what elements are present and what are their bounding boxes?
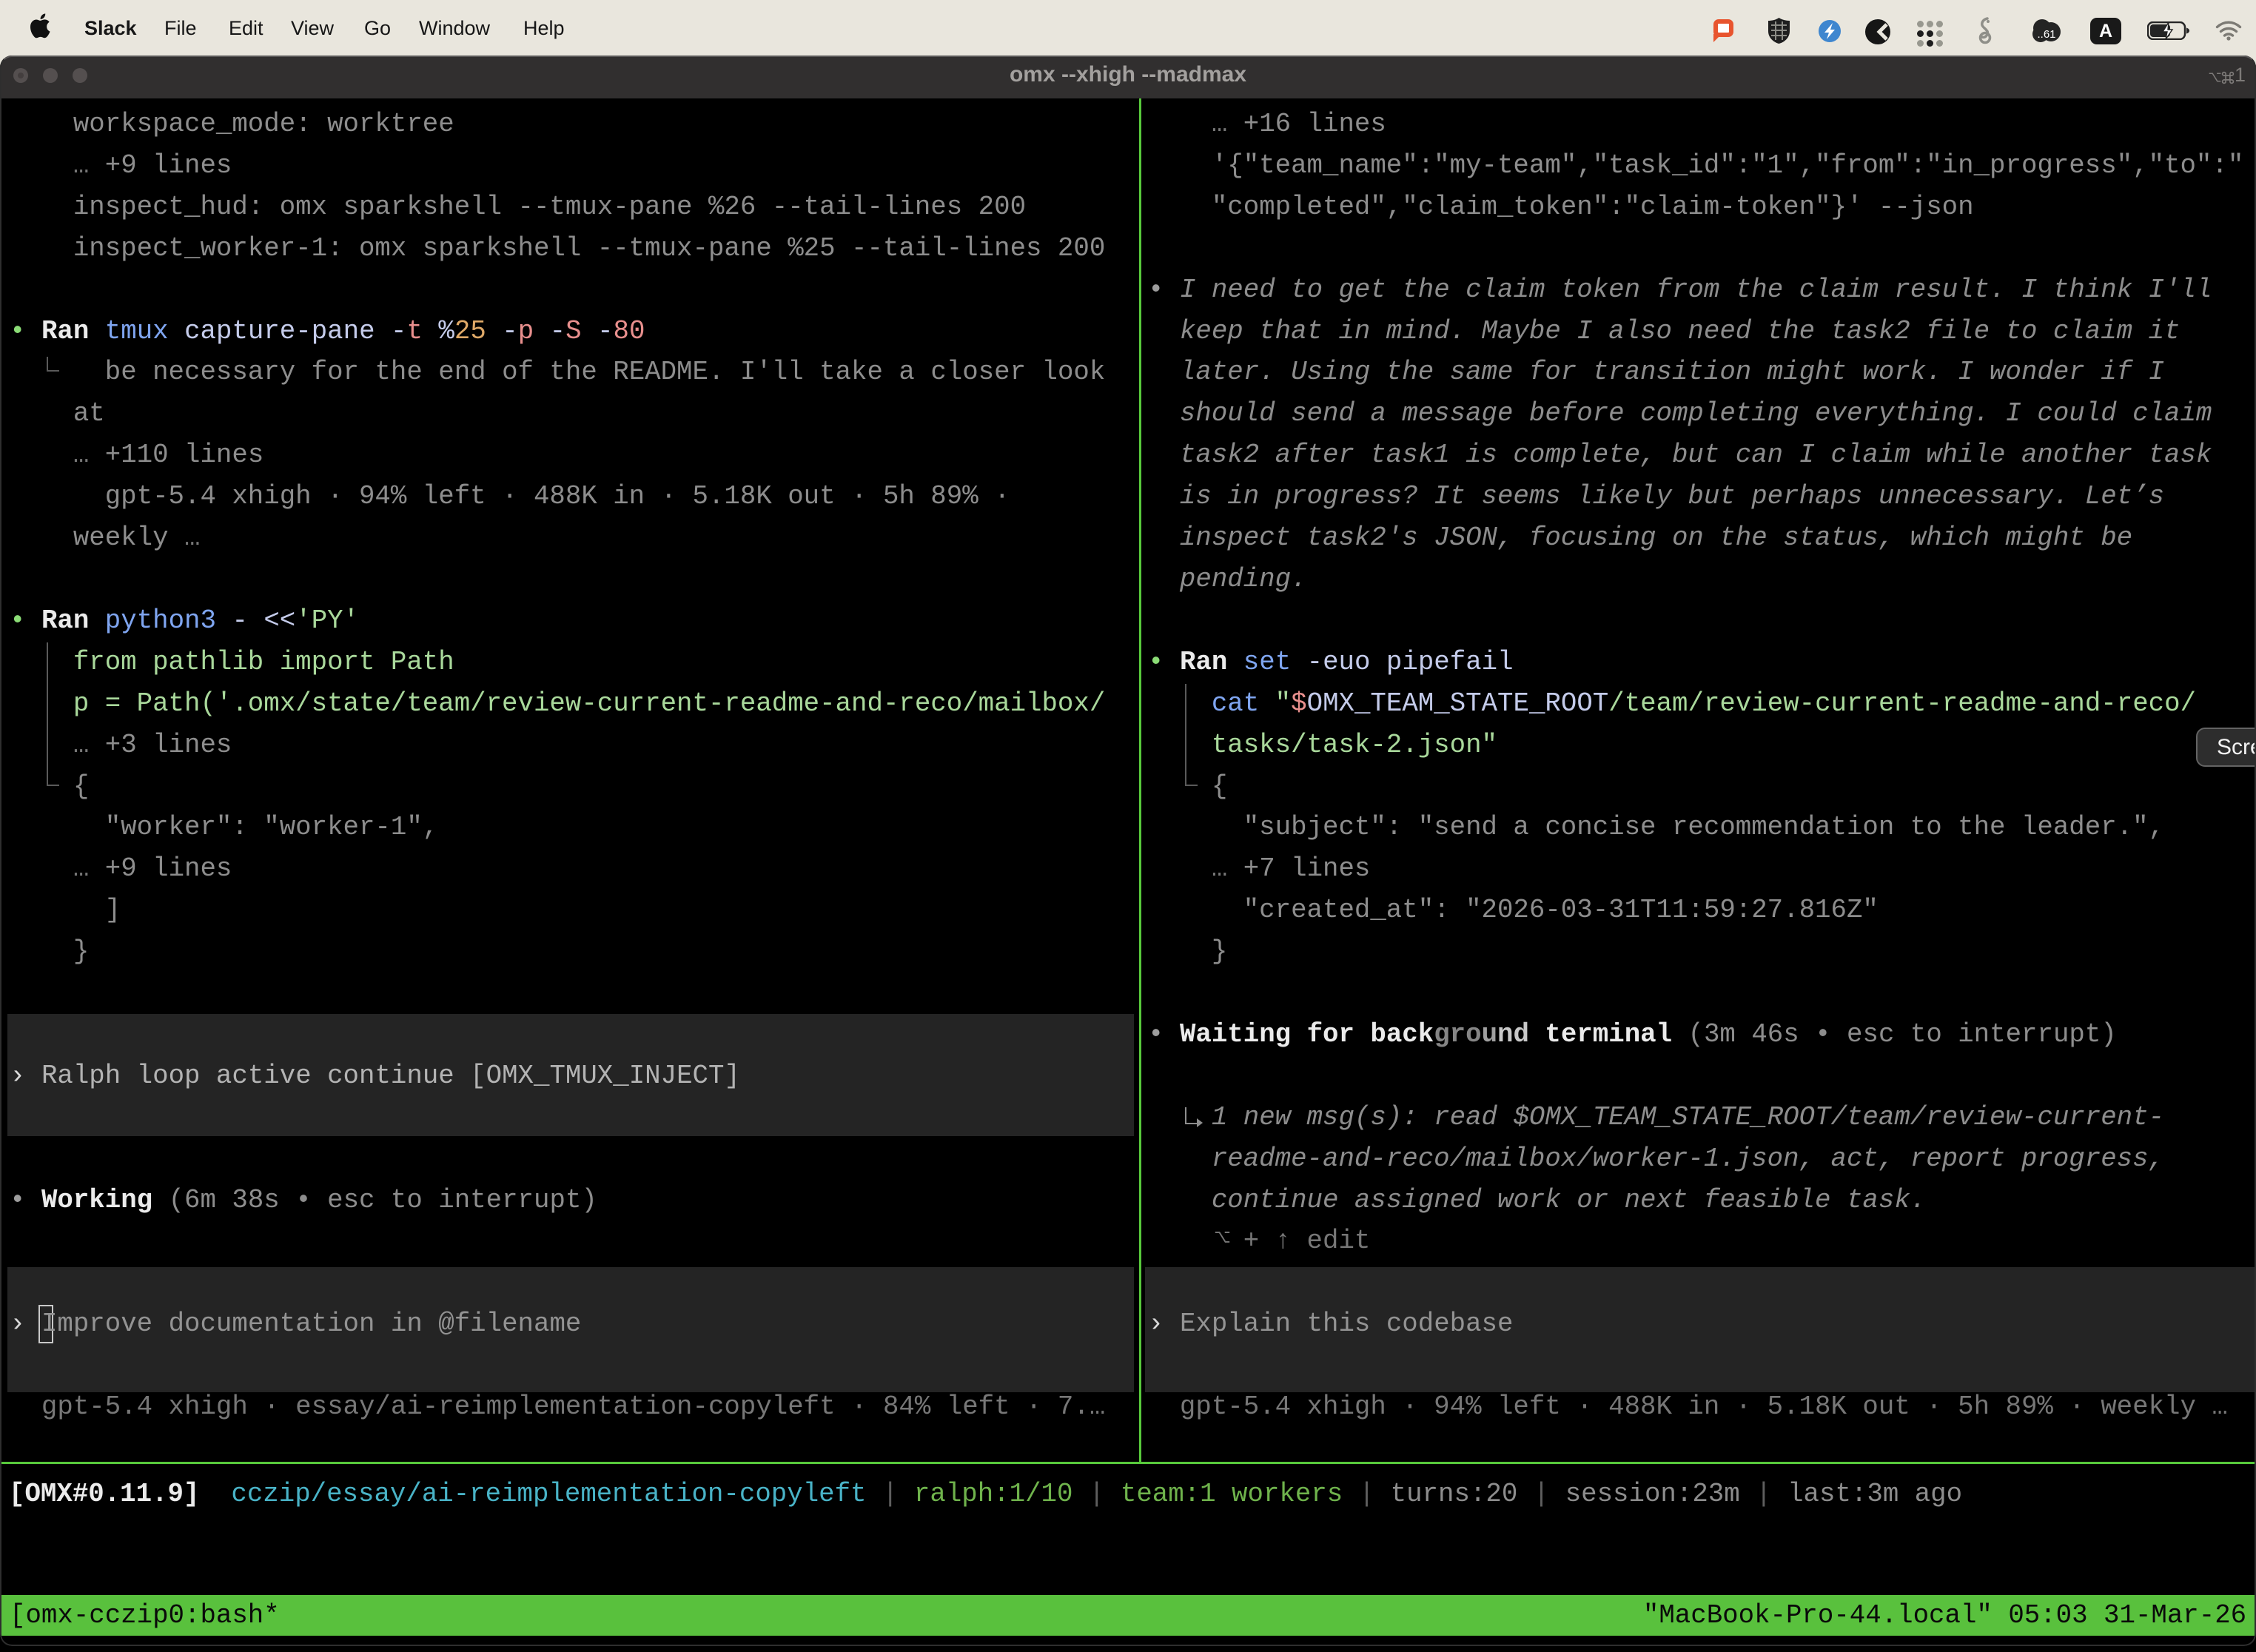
svg-text:..61: ..61: [2037, 28, 2055, 41]
